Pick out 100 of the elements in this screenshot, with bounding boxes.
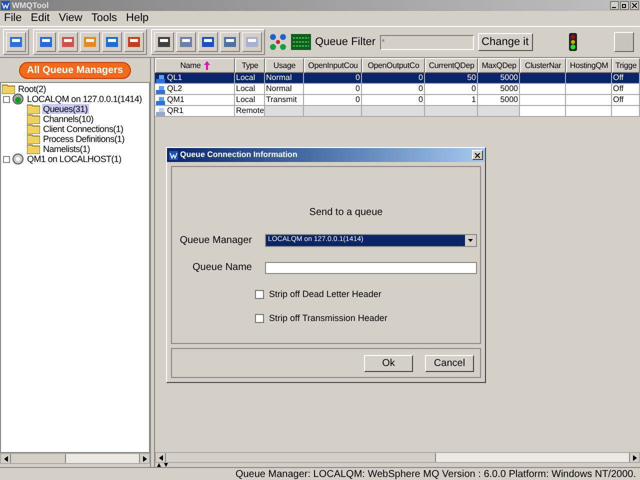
column-header[interactable]: OpenInputCou	[304, 58, 362, 73]
column-header[interactable]: MaxQDep	[478, 58, 520, 73]
tree-expander[interactable]	[3, 156, 10, 162]
field-label: Queue Manager	[178, 234, 252, 248]
toolbar-button[interactable]	[124, 32, 144, 52]
tree-item[interactable]: Queues(31)	[42, 104, 89, 114]
column-label: Trigge	[615, 60, 637, 72]
menu-item[interactable]: File	[4, 10, 22, 27]
app-icon	[1, 1, 10, 10]
table-row[interactable]: QM1 Local Transmit 0 0 1 5000 Off	[155, 95, 640, 106]
menu-item[interactable]: Tools	[91, 10, 118, 27]
tree-item[interactable]: Client Connections(1)	[42, 124, 124, 134]
toolbar-button[interactable]	[220, 32, 240, 52]
folder-icon	[27, 144, 40, 154]
tree-item[interactable]: Channels(10)	[42, 114, 94, 124]
tree-item[interactable]: Process Definitions(1)	[42, 134, 126, 144]
sort-arrow-icon	[204, 61, 210, 70]
restore-button[interactable]	[620, 1, 629, 10]
scroll-right-button[interactable]	[139, 454, 149, 463]
toolbar-button[interactable]	[36, 32, 56, 52]
right-arrow-icon	[142, 456, 146, 462]
column-label: Name	[180, 60, 201, 72]
table-cell: 0	[418, 84, 423, 94]
cancel-button[interactable]: Cancel	[425, 354, 474, 372]
menu-item[interactable]: View	[58, 10, 82, 27]
ok-button[interactable]: Ok	[364, 354, 413, 372]
folder-icon	[27, 104, 40, 114]
table-cell: 5000	[500, 73, 518, 83]
table-cell: Local	[236, 95, 256, 105]
toolbar-button[interactable]	[154, 32, 174, 52]
left-arrow-icon	[4, 456, 8, 462]
folder-icon	[2, 84, 15, 94]
column-label: MaxQDep	[482, 60, 516, 72]
column-label: ClusterNar	[524, 60, 562, 72]
dialog-heading: Send to a queue	[309, 206, 383, 220]
table-cell: QL2	[167, 84, 182, 94]
scroll-thumb[interactable]	[11, 454, 66, 463]
menu-item[interactable]: Help	[126, 10, 149, 27]
table-cell: 0	[418, 95, 423, 105]
folder-icon	[27, 134, 40, 144]
window-title: WMQTool	[12, 2, 49, 10]
queue-name-field[interactable]	[265, 262, 477, 274]
table-row[interactable]: QL1 Local Normal 0 0 50 5000 Off	[155, 73, 640, 84]
tree-expander[interactable]	[3, 96, 10, 102]
scroll-right-button[interactable]	[629, 453, 639, 462]
change-it-button[interactable]: Change it	[478, 33, 533, 51]
close-button[interactable]	[630, 1, 639, 10]
checkbox[interactable]	[255, 314, 264, 323]
table-cell: QM1	[167, 95, 184, 105]
right-arrow-icon	[632, 454, 636, 460]
column-header[interactable]: Usage	[265, 58, 304, 73]
table-cell: Local	[236, 73, 256, 83]
table-cell: QL1	[167, 73, 182, 83]
app-icon	[169, 150, 178, 160]
table-cell: 50	[467, 73, 476, 83]
table-cell: QR1	[167, 106, 184, 116]
checkbox-label: Strip off Transmission Header	[269, 312, 388, 325]
circuit-board-icon[interactable]	[291, 34, 311, 50]
column-header[interactable]: Trigge	[612, 58, 640, 73]
column-label: HostingQM	[570, 60, 608, 72]
square-button[interactable]	[614, 32, 634, 52]
column-header[interactable]: Type	[235, 58, 265, 73]
table-row[interactable]: QL2 Local Normal 0 0 0 5000 Off	[155, 84, 640, 95]
table-row[interactable]: QR1 Remote	[155, 106, 640, 117]
checkbox[interactable]	[255, 290, 264, 300]
tree-item[interactable]: Root(2)	[17, 84, 47, 94]
column-label: OpenInputCou	[308, 60, 358, 72]
scroll-thumb[interactable]	[166, 453, 436, 462]
checkbox-label: Strip off Dead Letter Header	[269, 288, 382, 301]
tree-item[interactable]: LOCALQM on 127.0.0.1(1414)	[26, 94, 143, 104]
tree-item[interactable]: QM1 on LOCALHOST(1)	[26, 154, 122, 164]
menu-item[interactable]: Edit	[30, 10, 50, 27]
horizontal-scrollbar[interactable]	[0, 453, 150, 464]
scroll-left-button[interactable]	[156, 453, 166, 462]
table-cell: 0	[356, 73, 360, 83]
table-cell: Off	[613, 95, 624, 105]
column-header[interactable]: Name	[155, 58, 235, 73]
column-header[interactable]: ClusterNar	[520, 58, 566, 73]
folder-icon	[27, 124, 40, 134]
table-cell: Remote	[236, 106, 264, 116]
column-header[interactable]: CurrentQDep	[425, 58, 478, 73]
table-cell: Normal	[266, 84, 292, 94]
table-cell: Transmit	[266, 95, 297, 105]
toolbar-button[interactable]	[198, 32, 218, 52]
tree-item[interactable]: Namelists(1)	[42, 144, 91, 154]
scroll-left-button[interactable]	[1, 454, 11, 463]
horizontal-scrollbar[interactable]	[155, 452, 640, 463]
traffic-light-icon	[568, 33, 578, 51]
folder-icon	[27, 114, 40, 124]
table-cell: 0	[418, 73, 423, 83]
table-cell: Off	[613, 84, 624, 94]
minimize-button[interactable]	[610, 1, 619, 10]
toolbar-button[interactable]	[102, 32, 122, 52]
splitter-arrows-icon[interactable]	[157, 463, 169, 467]
table-cell: 0	[472, 84, 476, 94]
grid-icon[interactable]	[269, 33, 287, 51]
column-header[interactable]: OpenOutputCo	[362, 58, 425, 73]
queue-icon	[156, 84, 165, 94]
table-cell: 0	[356, 95, 360, 105]
column-header[interactable]: HostingQM	[566, 58, 612, 73]
